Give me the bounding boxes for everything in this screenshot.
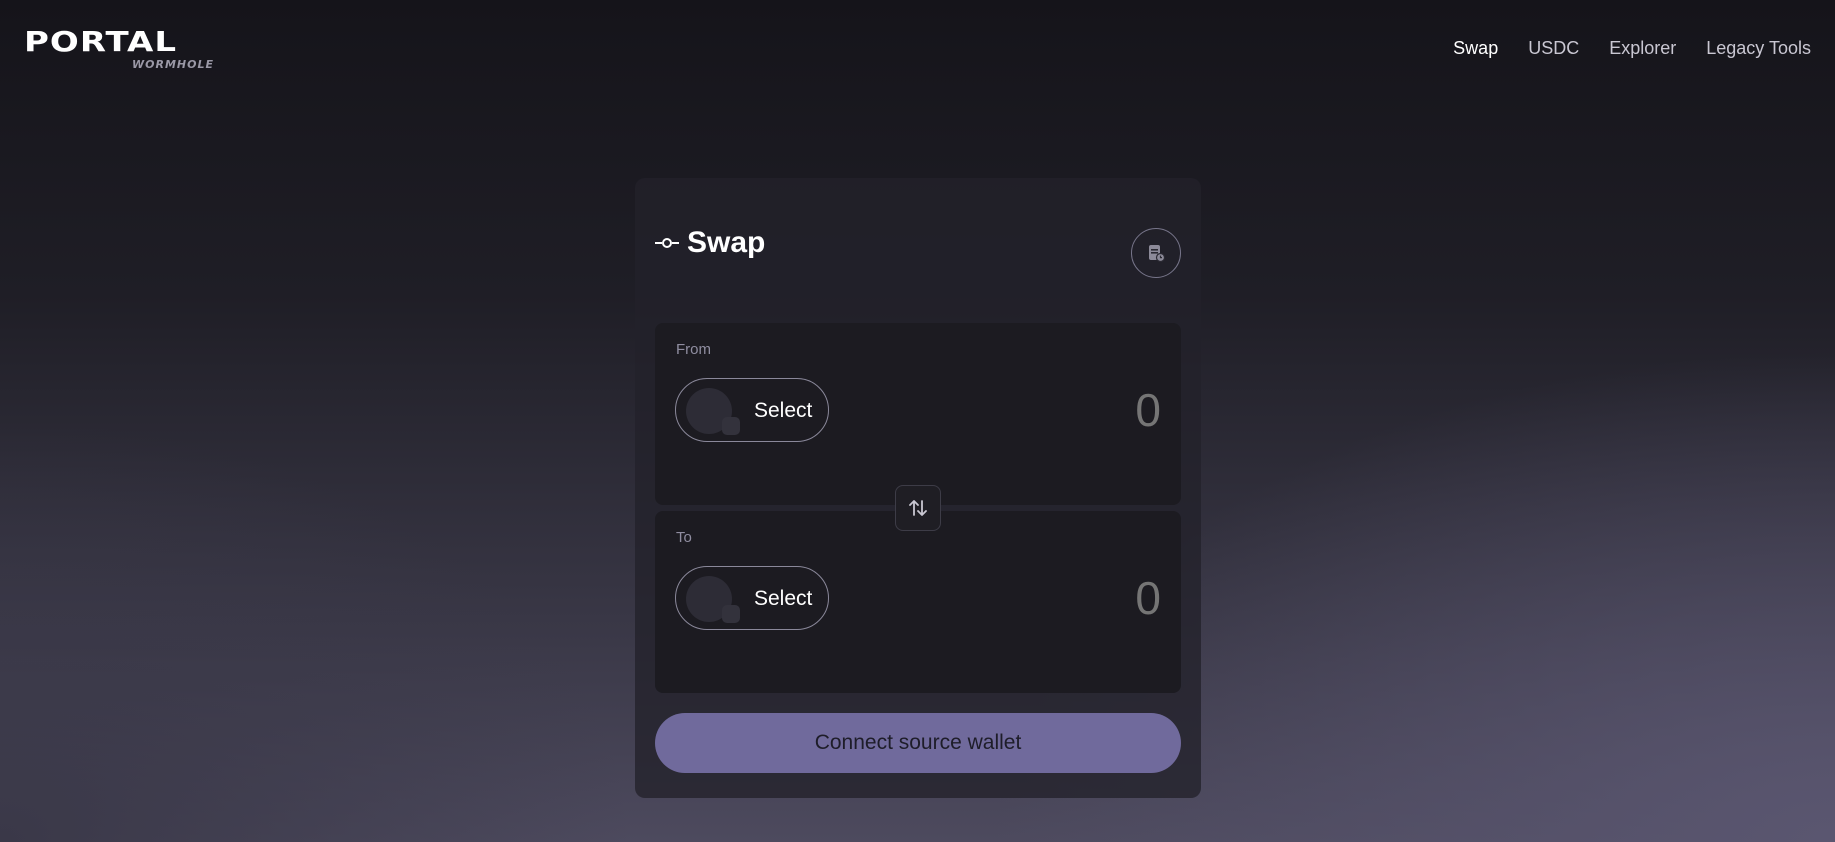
from-panel: From Select xyxy=(655,323,1181,505)
nav-item-legacy-tools[interactable]: Legacy Tools xyxy=(1706,38,1811,59)
to-token-select-button[interactable]: Select xyxy=(675,566,829,630)
from-token-select-label: Select xyxy=(754,399,813,422)
from-label: From xyxy=(676,341,711,358)
transaction-history-icon xyxy=(1149,245,1166,263)
connect-source-wallet-button[interactable]: Connect source wallet xyxy=(655,713,1181,773)
transaction-history-button[interactable] xyxy=(1131,228,1181,278)
swap-commit-icon xyxy=(655,238,679,248)
top-nav: Swap USDC Explorer Legacy Tools xyxy=(1453,38,1811,59)
to-token-select-label: Select xyxy=(754,587,813,610)
chain-placeholder-icon xyxy=(722,605,740,623)
logo-subtitle: WORMHOLE xyxy=(132,58,214,71)
to-panel: To Select xyxy=(655,511,1181,693)
nav-item-usdc[interactable]: USDC xyxy=(1528,38,1579,59)
swap-arrows-icon xyxy=(909,500,927,516)
nav-item-swap[interactable]: Swap xyxy=(1453,38,1498,59)
card-header: Swap xyxy=(655,226,765,260)
flip-direction-button[interactable] xyxy=(895,485,941,531)
nav-item-explorer[interactable]: Explorer xyxy=(1609,38,1676,59)
from-amount-input[interactable] xyxy=(961,383,1161,437)
page-title: Swap xyxy=(687,226,766,259)
chain-placeholder-icon xyxy=(722,417,740,435)
to-label: To xyxy=(676,529,692,546)
portal-logo[interactable]: PORTAL WORMHOLE xyxy=(24,28,220,72)
from-token-select-button[interactable]: Select xyxy=(675,378,829,442)
logo-wordmark: PORTAL xyxy=(24,25,178,59)
swap-card: Swap From Select To Select xyxy=(635,178,1201,798)
to-amount-input[interactable] xyxy=(961,571,1161,625)
